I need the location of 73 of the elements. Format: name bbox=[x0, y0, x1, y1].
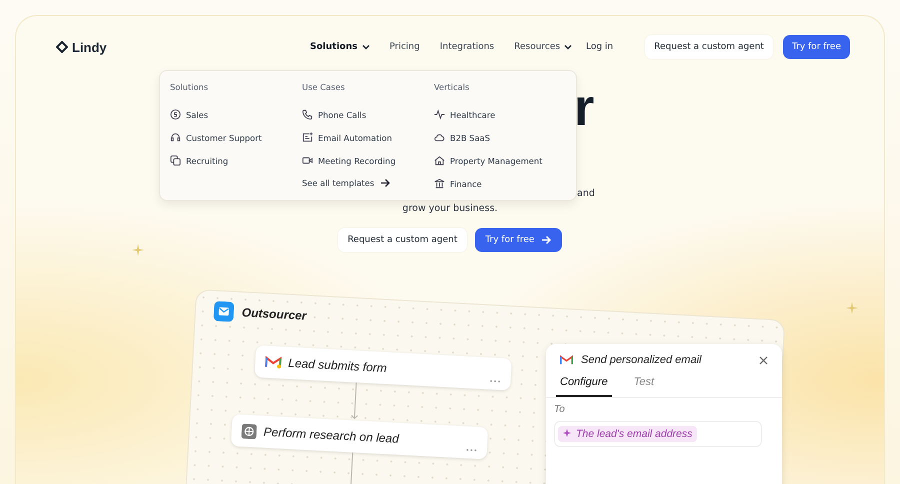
try-free-button[interactable]: Try for free bbox=[782, 35, 850, 59]
login-link[interactable]: Log in bbox=[586, 42, 614, 52]
connector-arrow bbox=[350, 382, 360, 421]
menu-item[interactable]: Sales bbox=[170, 109, 302, 120]
recipient-field[interactable]: The lead's email address bbox=[554, 421, 762, 447]
menu-item-label: Healthcare bbox=[450, 110, 496, 120]
menu-item-label: Meeting Recording bbox=[318, 156, 396, 166]
arrow-right-icon bbox=[541, 235, 552, 245]
hero-heading: r bbox=[574, 80, 594, 136]
menu-item-label: Recruiting bbox=[186, 156, 228, 166]
menu-column-heading: Verticals bbox=[434, 82, 470, 92]
hero-subtitle-fragment: and bbox=[577, 187, 595, 201]
gmail-icon bbox=[560, 355, 573, 365]
menu-item-label: Sales bbox=[186, 110, 208, 120]
sparkle-icon bbox=[846, 302, 858, 314]
menu-item[interactable]: Phone Calls bbox=[302, 109, 434, 120]
cloud-icon bbox=[434, 132, 445, 143]
nav-link[interactable]: Solutions bbox=[310, 42, 370, 52]
more-options-icon[interactable] bbox=[466, 448, 478, 452]
workflow-step-card[interactable]: Perform research on lead bbox=[230, 414, 488, 460]
sparkle-icon bbox=[132, 244, 144, 256]
diamond-logo-icon bbox=[56, 41, 68, 53]
menu-item[interactable]: Recruiting bbox=[170, 155, 302, 166]
menu-item-label: B2B SaaS bbox=[450, 132, 490, 142]
menu-item-label: Customer Support bbox=[186, 132, 262, 142]
menu-item[interactable]: Meeting Recording bbox=[302, 155, 434, 166]
logo-text: Lindy bbox=[72, 40, 107, 54]
menu-item[interactable]: Finance bbox=[434, 178, 566, 189]
globe-icon bbox=[241, 423, 258, 439]
phone-icon bbox=[302, 109, 313, 120]
mail-icon bbox=[302, 132, 313, 143]
menu-item-label: Email Automation bbox=[318, 132, 392, 142]
see-all-templates-link[interactable]: See all templates bbox=[302, 178, 434, 188]
menu-column-heading: Solutions bbox=[170, 82, 210, 92]
chevron-down-icon bbox=[564, 44, 572, 50]
step-label: Lead submits form bbox=[288, 356, 388, 378]
nav-link[interactable]: Pricing bbox=[390, 42, 420, 52]
menu-column-heading: Use Cases bbox=[302, 82, 346, 92]
people-icon bbox=[170, 155, 181, 166]
bank-icon bbox=[434, 178, 445, 189]
sparkle-icon bbox=[563, 429, 572, 438]
close-icon[interactable] bbox=[759, 356, 768, 364]
menu-item[interactable]: Customer Support bbox=[170, 132, 302, 143]
hero-subtitle: grow your business. bbox=[401, 202, 499, 216]
request-agent-button[interactable]: Request a custom agent bbox=[338, 228, 468, 252]
panel-title: Send personalized email bbox=[581, 354, 703, 366]
nav-link[interactable]: Resources bbox=[514, 42, 572, 52]
arrow-right-icon bbox=[380, 178, 392, 188]
request-agent-button[interactable]: Request a custom agent bbox=[645, 35, 773, 59]
panel-tab[interactable]: Configure bbox=[556, 376, 612, 397]
headset-icon bbox=[170, 132, 181, 143]
mail-app-icon bbox=[213, 300, 234, 322]
chevron-down-icon bbox=[362, 44, 370, 50]
workflow-step-card[interactable]: Lead submits form bbox=[254, 345, 512, 391]
menu-item[interactable]: B2B SaaS bbox=[434, 132, 566, 143]
video-icon bbox=[302, 155, 313, 166]
menu-item[interactable]: Email Automation bbox=[302, 132, 434, 143]
house-icon bbox=[434, 155, 445, 166]
menu-item[interactable]: Healthcare bbox=[434, 109, 566, 120]
try-free-button[interactable]: Try for free bbox=[475, 228, 562, 252]
menu-item-label: Phone Calls bbox=[318, 110, 366, 120]
nav-link[interactable]: Integrations bbox=[440, 42, 494, 52]
workflow-title: Outsourcer bbox=[241, 305, 307, 323]
panel-tab[interactable]: Test bbox=[630, 376, 658, 397]
more-options-icon[interactable] bbox=[490, 380, 501, 384]
field-label: To bbox=[554, 404, 566, 415]
gmail-icon bbox=[264, 356, 282, 369]
pulse-icon bbox=[434, 109, 445, 120]
menu-item[interactable]: Property Management bbox=[434, 155, 566, 166]
menu-item-label: Property Management bbox=[450, 156, 542, 166]
menu-item-label: Finance bbox=[450, 178, 482, 188]
step-label: Perform research on lead bbox=[263, 424, 400, 448]
dollar-icon bbox=[170, 109, 181, 120]
